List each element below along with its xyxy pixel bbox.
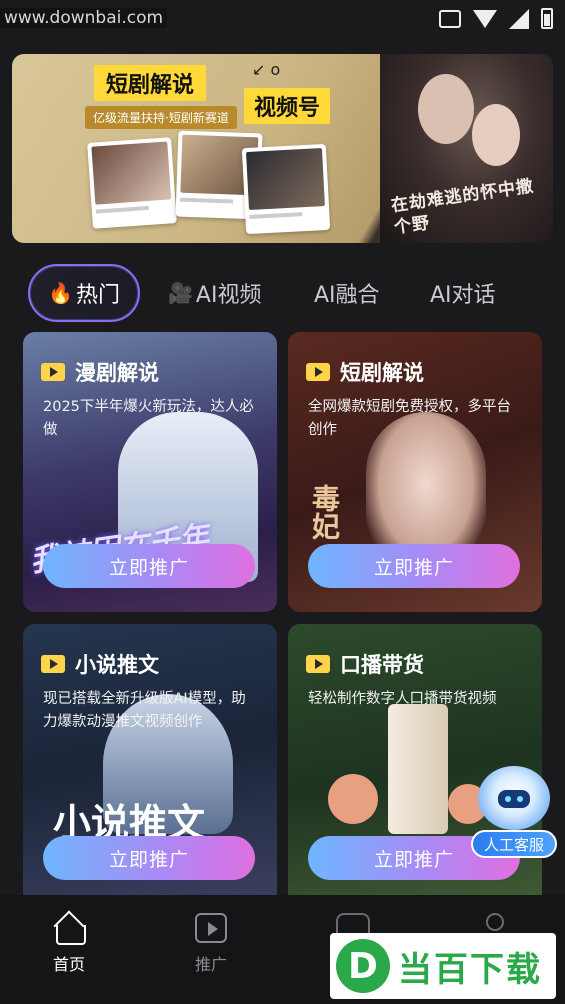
video-camera-icon [41,655,65,673]
robot-icon [498,790,530,808]
tab-label: AI视频 [195,283,262,308]
card-description: 2025下半年爆火新玩法，达人必做 [43,399,254,438]
promote-button[interactable]: 立即推广 [43,544,255,588]
card-title: 口播带货 [306,649,424,679]
card-description: 全网爆款短剧免费授权，多平台创作 [308,399,511,438]
card-illustration [328,774,378,824]
logo-text: 当百下载 [398,949,542,990]
support-label[interactable]: 人工客服 [471,830,557,858]
tab-ai-chat[interactable]: AI对话 [430,264,496,322]
play-icon [195,913,227,943]
poster-face [418,74,474,144]
signal-icon [509,8,529,29]
card-description: 轻松制作数字人口播带货视频 [308,691,497,707]
banner-calligraphy: 在劫难逃的怀中撒个野 [389,176,536,238]
tab-label: AI融合 [314,283,380,308]
feature-card-novel[interactable]: 小说推文 现已搭载全新升级版AI模型，助力爆款动漫推文视频创作 小说推文 立即推… [23,624,277,895]
tab-label: AI对话 [430,283,496,308]
poster-face [472,104,520,166]
tab-label: 热门 [75,283,120,308]
promote-button[interactable]: 立即推广 [308,544,520,588]
banner-title: 短剧解说 [94,65,207,101]
home-icon [53,913,86,945]
fire-icon: 🔥 [48,281,73,305]
nav-home[interactable]: 首页 [34,913,104,975]
nav-label: 首页 [52,955,85,974]
banner-title-2: 视频号 [244,88,331,124]
card-title: 短剧解说 [306,357,424,387]
wifi-icon [473,9,497,28]
camera-icon: 🎥 [168,281,193,305]
card-art-text: 毒妃 [308,484,341,540]
promo-banner[interactable]: 短剧解说 ↙ o 亿级流量扶持·短剧新赛道 视频号 在劫难逃的怀中撒个野 [12,54,553,243]
vibrate-icon [439,9,461,28]
status-icons [439,8,553,29]
nav-promote[interactable]: 推广 [176,913,246,975]
video-camera-icon [306,655,330,673]
video-camera-icon [41,363,65,381]
feature-card-short-drama[interactable]: 短剧解说 全网爆款短剧免费授权，多平台创作 毒妃 立即推广 [288,332,542,612]
status-bar: www.downbai.com [0,0,565,38]
card-title: 漫剧解说 [41,357,159,387]
banner-subtitle: 亿级流量扶持·短剧新赛道 [85,106,237,129]
logo-mark: D [336,939,390,993]
card-description: 现已搭载全新升级版AI模型，助力爆款动漫推文视频创作 [43,691,246,730]
nav-label: 推广 [194,955,227,974]
video-camera-icon [306,363,330,381]
tab-ai-fusion[interactable]: AI融合 [314,264,380,322]
banner-photo-card [241,143,331,235]
banner-left-art: 短剧解说 ↙ o 亿级流量扶持·短剧新赛道 视频号 [12,54,382,243]
banner-photo-card [87,137,177,229]
arrow-icon: ↙ o [252,60,281,79]
card-title: 小说推文 [41,649,159,679]
category-tabs: 🔥 热门 🎥 AI视频 AI融合 AI对话 [28,264,538,322]
battery-icon [541,8,553,29]
support-robot-button[interactable] [478,766,550,830]
tab-ai-video[interactable]: 🎥 AI视频 [168,264,261,322]
promote-button[interactable]: 立即推广 [43,836,255,880]
card-illustration [388,704,448,834]
watermark-logo: D 当百下载 [330,933,556,999]
watermark-text: www.downbai.com [0,8,168,28]
feature-card-comic[interactable]: 漫剧解说 2025下半年爆火新玩法，达人必做 我被困在千年 立即推广 [23,332,277,612]
banner-poster: 在劫难逃的怀中撒个野 [380,54,553,243]
tab-hot[interactable]: 🔥 热门 [28,264,140,322]
